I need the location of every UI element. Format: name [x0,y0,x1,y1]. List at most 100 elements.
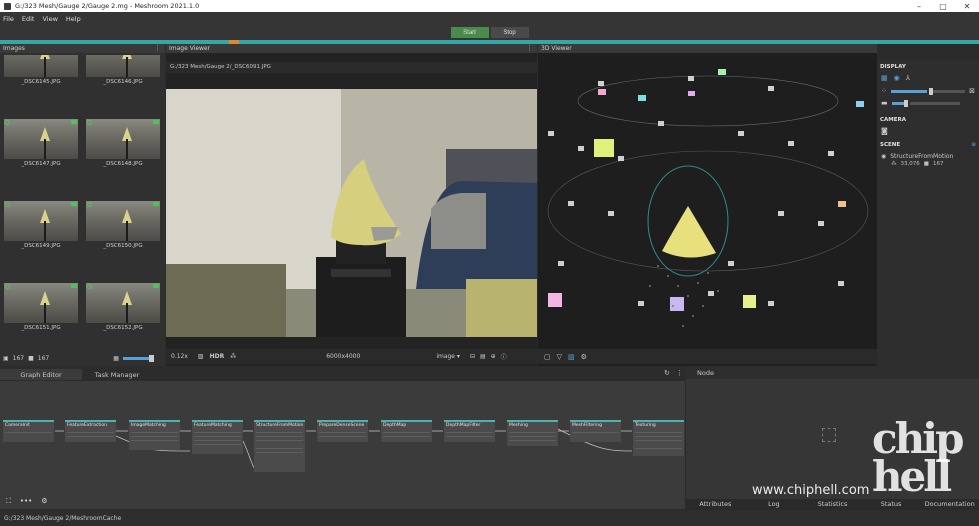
axes-icon[interactable]: ⅄ [906,74,910,82]
scene-info-icon[interactable]: ⊙ [971,142,976,148]
graph-menu-icon[interactable]: ⋮ [676,369,683,377]
camera-count: 167 [37,355,50,362]
thumbnail-2[interactable]: _DSC6146.JPG [86,55,160,95]
grid-icon[interactable]: ▨ [568,353,575,361]
tab-attributes[interactable]: Attributes [686,499,745,510]
fit-view-icon[interactable]: ⛶ [6,497,11,506]
thumbnail-8[interactable]: _DSC6152.JPG [86,283,160,341]
viewer-3d-title: 3D Viewer [541,45,572,52]
slider-handle[interactable] [903,99,908,107]
thumbnail-label: _DSC6151.JPG [21,325,61,331]
menu-help[interactable]: Help [66,15,81,23]
graph-node-imagematching[interactable]: ImageMatching [129,420,180,450]
visibility-icon[interactable]: ◉ [881,153,886,160]
channels-icon[interactable]: ⁂ [230,353,236,360]
globe-icon[interactable]: ⊕ [491,353,496,360]
menu-edit[interactable]: Edit [22,15,35,23]
histogram-icon[interactable]: ▤ [480,353,486,360]
more-icon[interactable]: ••• [20,497,32,505]
main-toolbar: Start Stop [0,25,979,40]
graph-node-depthmapfilter[interactable]: DepthMapFilter [444,420,495,442]
graph-node-meshfiltering[interactable]: MeshFiltering [570,420,621,442]
tab-graph-editor[interactable]: Graph Editor [0,369,82,380]
graph-node-texturing[interactable]: Texturing [633,420,684,456]
filter-icon[interactable]: ▽ [557,353,562,361]
hdr-toggle[interactable]: HDR [210,353,225,360]
point-size-slider[interactable] [890,87,933,95]
grid-size-icon: ▦ [113,355,119,362]
scene-item[interactable]: ◉ StructureFromMotion [877,149,979,160]
scene-3d-canvas[interactable] [538,61,877,347]
camera-icon [153,202,159,206]
tab-log[interactable]: Log [745,499,804,510]
start-button[interactable]: Start [450,27,489,38]
metadata-icon[interactable]: ⊟ [470,353,475,360]
camera-icon [153,120,159,124]
viewer-3d-footer: ▢ ▽ ▨ ⚙ [538,349,877,364]
images-footer: ▣ 167 ■ 167 ▦ [0,353,165,364]
close-icon[interactable]: ✕ [958,0,976,12]
window-title-bar: G:/323 Mesh/Gauge 2/Gauge 2.mg - Meshroo… [0,0,979,12]
reconstructed-icon [87,202,92,207]
menu-file[interactable]: File [3,15,14,23]
scene-item-name: StructureFromMotion [890,153,954,160]
graph-node-featurematching[interactable]: FeatureMatching [192,420,243,454]
refresh-icon[interactable]: ↻ [664,369,670,377]
camera-capture-icon[interactable]: ◙ [877,124,979,138]
camera-icon [71,120,77,124]
thumbnail-image [86,119,160,159]
tab-task-manager[interactable]: Task Manager [82,369,152,380]
thumbnail-4[interactable]: _DSC6148.JPG [86,119,160,177]
images-panel-title: Images [3,45,25,52]
graph-settings-icon[interactable]: ⚙ [41,497,47,505]
graph-node-featureextraction[interactable]: FeatureExtraction [65,420,116,442]
images-menu-icon[interactable]: ⋮ [154,44,161,52]
menu-view[interactable]: View [42,15,57,23]
thumbnail-label: _DSC6148.JPG [103,161,143,167]
thumbnail-label: _DSC6145.JPG [21,79,61,85]
tab-statistics[interactable]: Statistics [803,499,862,510]
reconstructed-icon [5,120,10,125]
thumbnail-label: _DSC6149.JPG [21,243,61,249]
zoom-level: 0.12x [171,353,188,360]
thumbnail-size-slider[interactable] [122,355,154,362]
slider-handle[interactable] [148,355,154,362]
grid-toggle-icon[interactable]: ▦ [881,74,888,82]
thumbnail-image [86,55,160,77]
thumbnail-6[interactable]: _DSC6150.JPG [86,201,160,259]
gizmo-icon[interactable]: ◉ [894,74,900,82]
graph-node-preparedensescene[interactable]: PrepareDenseScene [317,420,368,442]
info-icon[interactable]: ⓘ [501,352,507,361]
graph-node-depthmap[interactable]: DepthMap [381,420,432,442]
graph-node-meshing[interactable]: Meshing [507,420,558,446]
status-bar: G:/323 Mesh/Gauge 2/MeshroomCache [0,510,979,526]
slider-handle[interactable] [928,87,933,95]
camera-frame-icon[interactable]: ▢ [544,353,551,361]
thumbnail-1[interactable]: _DSC6145.JPG [4,55,78,95]
cameras-count: 167 [932,161,944,167]
minimize-icon[interactable]: – [910,0,928,12]
thumbnail-label: _DSC6146.JPG [103,79,143,85]
camera-scale-slider[interactable] [891,99,908,107]
thumbnail-5[interactable]: _DSC6149.JPG [4,201,78,259]
graph-node-structurefrommotion[interactable]: StructureFromMotion [254,420,305,472]
scene-render [538,61,877,347]
display-mode-select[interactable]: image ▾ [436,353,460,360]
gamma-icon[interactable]: ▨ [198,353,204,360]
graph-node-camerainit[interactable]: CameraInit [3,420,54,442]
thumbnail-3[interactable]: _DSC6147.JPG [4,119,78,177]
display-mode-value: image [436,353,456,360]
stop-button[interactable]: Stop [490,27,529,38]
settings-icon[interactable]: ⚙ [581,353,587,361]
maximize-icon[interactable]: ▢ [934,0,952,12]
image-canvas[interactable] [166,89,537,337]
scene-section-title: SCENE ⊙ [877,140,979,149]
graph-editor-canvas[interactable]: CameraInit FeatureExtraction ImageMatchi… [0,381,685,509]
thumbnail-7[interactable]: _DSC6151.JPG [4,283,78,341]
image-gallery[interactable]: _DSC6145.JPG _DSC6146.JPG _DSC6147.JPG _… [0,55,165,353]
point-size-reset-icon[interactable]: ⊠ [969,87,975,95]
app-icon [4,2,11,10]
points-icon: ⁂ [891,161,897,167]
thumbnail-image [4,201,78,241]
image-viewer-menu-icon[interactable]: ⋮ [526,44,533,52]
